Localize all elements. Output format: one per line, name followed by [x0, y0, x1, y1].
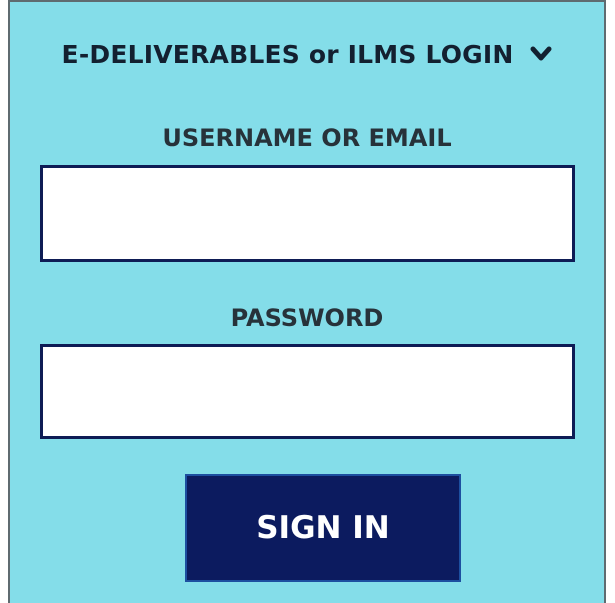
username-input[interactable]: [40, 165, 575, 262]
username-label: USERNAME OR EMAIL: [162, 124, 452, 152]
sign-in-button[interactable]: SIGN IN: [185, 474, 461, 582]
password-label: PASSWORD: [230, 304, 384, 332]
login-panel: E-DELIVERABLES or ILMS LOGIN USERNAME OR…: [8, 0, 606, 603]
password-input[interactable]: [40, 344, 575, 439]
login-title: E-DELIVERABLES or ILMS LOGIN: [61, 40, 514, 69]
chevron-down-icon: [530, 39, 552, 68]
login-header-toggle[interactable]: E-DELIVERABLES or ILMS LOGIN: [10, 40, 604, 69]
